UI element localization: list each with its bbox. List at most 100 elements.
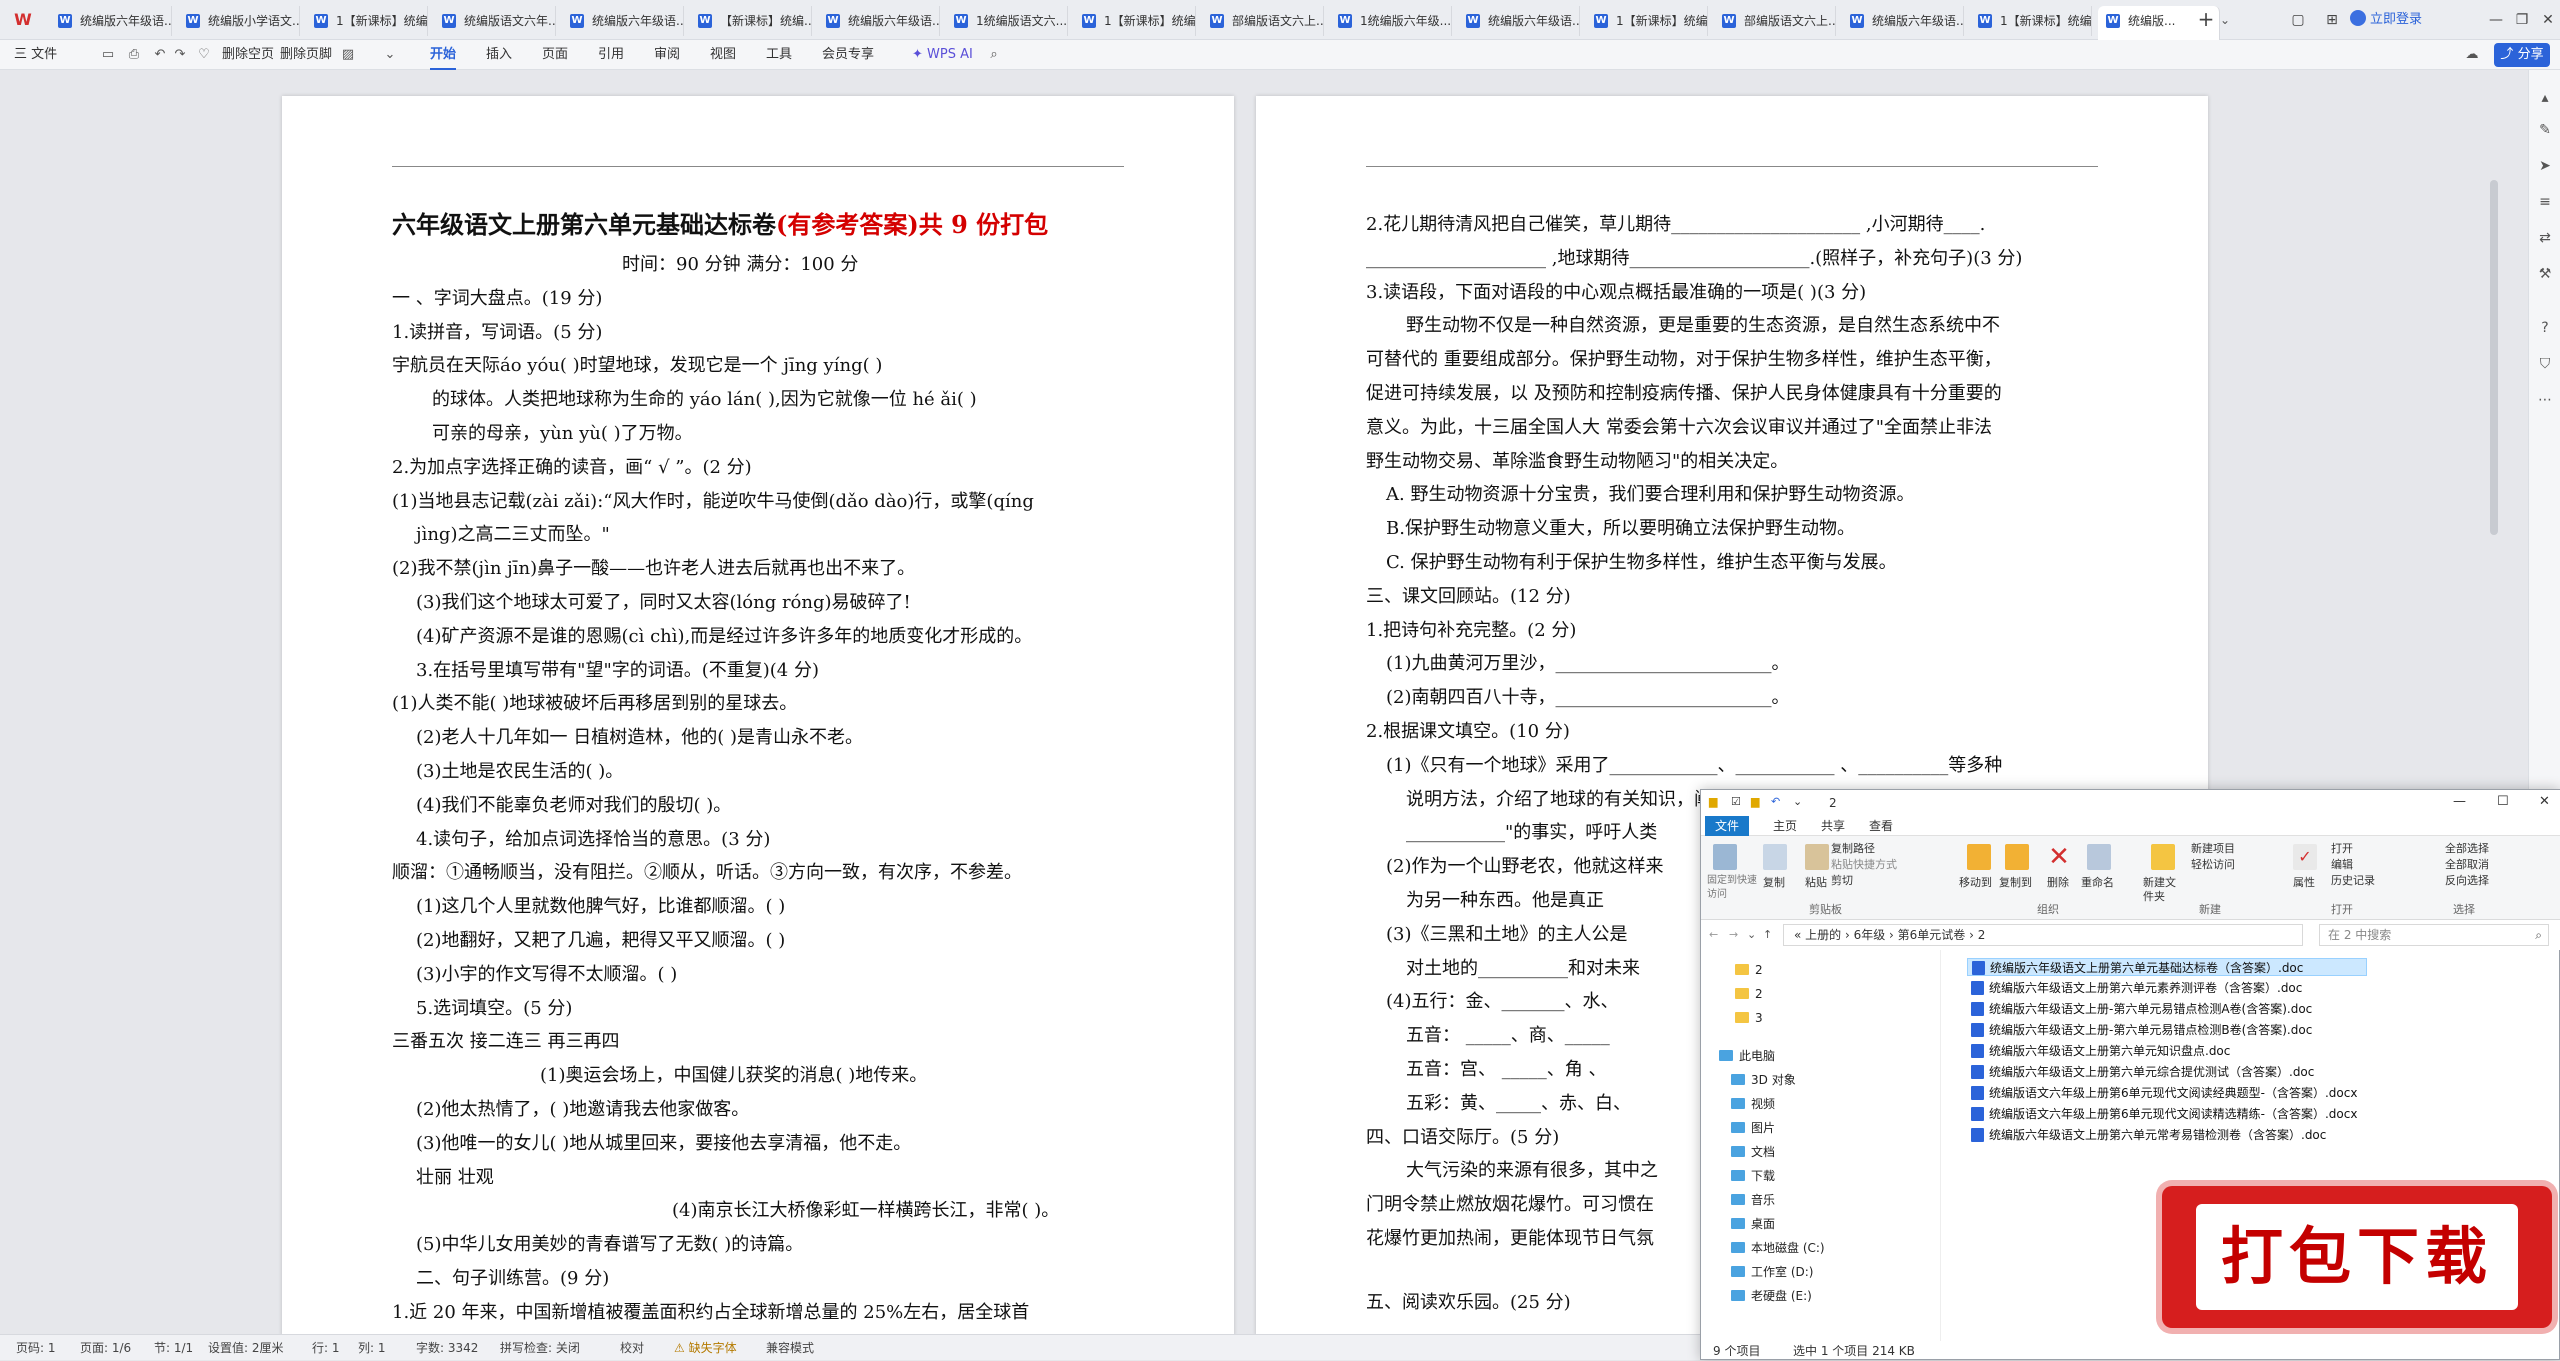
undo-icon[interactable]: ↶ <box>152 47 168 63</box>
paste-button[interactable]: 粘贴 <box>1805 876 1827 890</box>
invert-selection-button[interactable]: 反向选择 <box>2445 874 2489 888</box>
new-folder-icon[interactable]: ▆ <box>1751 795 1759 809</box>
search-input[interactable]: 在 2 中搜索⌕ <box>2319 924 2549 946</box>
nav-item[interactable]: 3 <box>1735 1010 1763 1026</box>
nav-item[interactable]: 3D 对象 <box>1731 1072 1796 1088</box>
file-item[interactable]: 统编版语文六年级上册第6单元现代文阅读精选精练-（含答案）.docx <box>1967 1105 2367 1123</box>
tab-share[interactable]: 共享 <box>1813 816 1853 836</box>
wps-ai-button[interactable]: ✦ WPS AI <box>912 40 973 70</box>
nav-item[interactable]: 2 <box>1735 962 1763 978</box>
download-banner[interactable]: 打包下载 <box>2162 1186 2552 1328</box>
rename-icon[interactable] <box>2087 844 2111 870</box>
tab-file[interactable]: 文件 <box>1705 816 1749 836</box>
minimize-button[interactable]: — <box>2484 6 2508 34</box>
document-tab[interactable]: W1【新课标】统编... <box>1074 6 1196 36</box>
move-to-button[interactable]: 移动到 <box>1959 876 1992 890</box>
tab-view[interactable]: 视图 <box>710 40 736 70</box>
nav-item[interactable]: 工作室 (D:) <box>1731 1264 1813 1280</box>
paste-icon[interactable] <box>1805 844 1829 870</box>
sliders-icon[interactable]: ≡ <box>2537 194 2553 210</box>
tab-home[interactable]: 主页 <box>1765 816 1805 836</box>
tab-review[interactable]: 审阅 <box>654 40 680 70</box>
open-button[interactable]: 打开 <box>2331 842 2353 856</box>
document-tab[interactable]: W1【新课标】统编... <box>306 6 428 36</box>
file-menu[interactable]: 三 文件 <box>14 40 57 70</box>
tab-view[interactable]: 查看 <box>1861 816 1901 836</box>
copy-path-button[interactable]: 复制路径 <box>1831 842 1875 856</box>
cut-button[interactable]: 剪切 <box>1831 874 1853 888</box>
document-tab[interactable]: W统编版六年级语... <box>50 6 172 36</box>
file-item[interactable]: 统编版六年级语文上册第六单元知识盘点.doc <box>1967 1042 2367 1060</box>
status-proofread[interactable]: 校对 <box>620 1335 644 1361</box>
new-tab-button[interactable]: + <box>2194 8 2218 32</box>
translate-icon[interactable]: ⇄ <box>2537 230 2553 246</box>
file-item[interactable]: 统编版六年级语文上册第六单元综合提优测试（含答案）.doc <box>1967 1063 2367 1081</box>
arrow-up-icon[interactable]: ▴ <box>2537 90 2553 106</box>
forward-icon[interactable]: → <box>1729 928 1738 942</box>
picture-icon[interactable]: ▨ <box>340 47 356 63</box>
properties-button[interactable]: 属性 <box>2293 876 2315 890</box>
recent-chevron-icon[interactable]: ⌄ <box>1747 928 1756 942</box>
restore-button[interactable]: ❐ <box>2510 6 2534 34</box>
file-item[interactable]: 统编版六年级语文上册第六单元常考易错检测卷（含答案）.doc <box>1967 1126 2367 1144</box>
minimize-button[interactable]: — <box>2453 795 2466 809</box>
redo-icon[interactable]: ↷ <box>172 47 188 63</box>
document-tab[interactable]: W统编版六年级语... <box>1842 6 1964 36</box>
document-tab[interactable]: W1统编版六年级... <box>1330 6 1452 36</box>
rename-button[interactable]: 重命名 <box>2081 876 2114 890</box>
nav-item[interactable]: 图片 <box>1731 1120 1775 1136</box>
file-item[interactable]: 统编版六年级语文上册第六单元素养测评卷（含答案）.doc <box>1967 979 2367 997</box>
nav-item[interactable]: 下载 <box>1731 1168 1775 1184</box>
help-icon[interactable]: ? <box>2537 320 2553 336</box>
tab-references[interactable]: 引用 <box>598 40 624 70</box>
delete-button[interactable]: 删除 <box>2047 876 2069 890</box>
document-tab[interactable]: W统编版六年级语... <box>1458 6 1580 36</box>
tab-tools[interactable]: 工具 <box>766 40 792 70</box>
pin-quick-access-button[interactable]: 固定到快速访问 <box>1707 874 1757 902</box>
move-to-icon[interactable] <box>1967 844 1991 870</box>
delete-icon[interactable]: ✕ <box>2047 844 2071 870</box>
copy-button[interactable]: 复制 <box>1763 876 1785 890</box>
wps-logo-icon[interactable]: W <box>10 8 36 32</box>
document-tab[interactable]: W1统编版语文六... <box>946 6 1068 36</box>
document-tab[interactable]: W统编版语文六年... <box>434 6 556 36</box>
nav-item[interactable]: 2 <box>1735 986 1763 1002</box>
file-item[interactable]: 统编版六年级语文上册-第六单元易错点检测A卷(含答案).doc <box>1967 1000 2367 1018</box>
pin-icon[interactable] <box>1713 844 1737 870</box>
status-word-count[interactable]: 字数: 3342 <box>416 1335 478 1361</box>
tab-member[interactable]: 会员专享 <box>822 40 874 70</box>
nav-item[interactable]: 本地磁盘 (C:) <box>1731 1240 1825 1256</box>
document-tab[interactable]: W部编版语文六上... <box>1714 6 1836 36</box>
copy-icon[interactable] <box>1763 844 1787 870</box>
menu-grid-icon[interactable]: ⊞ <box>2318 6 2346 34</box>
nav-item[interactable]: 桌面 <box>1731 1216 1775 1232</box>
document-tab[interactable]: W部编版语文六上... <box>1202 6 1324 36</box>
document-tab[interactable]: W1【新课标】统编... <box>1586 6 1708 36</box>
status-spell-check[interactable]: 拼写检查: 关闭 <box>500 1335 580 1361</box>
status-missing-fonts[interactable]: ⚠ 缺失字体 <box>674 1335 737 1361</box>
nav-item[interactable]: 音乐 <box>1731 1192 1775 1208</box>
copy-to-button[interactable]: 复制到 <box>1999 876 2032 890</box>
more-icon[interactable]: ⋯ <box>2537 392 2553 408</box>
copy-to-icon[interactable] <box>2005 844 2029 870</box>
nav-item[interactable]: 文档 <box>1731 1144 1775 1160</box>
address-bar[interactable]: « 上册的 › 6年级 › 第6单元试卷 › 2 <box>1783 924 2303 946</box>
file-item[interactable]: 统编版语文六年级上册第6单元现代文阅读经典题型-（含答案）.docx <box>1967 1084 2367 1102</box>
properties-icon[interactable]: ☑ <box>1731 795 1741 809</box>
document-tab[interactable]: W【新课标】统编... <box>690 6 812 36</box>
back-icon[interactable]: ← <box>1709 928 1718 942</box>
tab-insert[interactable]: 插入 <box>486 40 512 70</box>
share-button[interactable]: ⤴ 分享 <box>2494 43 2550 67</box>
login-link[interactable]: 立即登录 <box>2350 8 2422 32</box>
qat-chevron-icon[interactable]: ⌄ <box>1793 795 1802 809</box>
document-tab[interactable]: W统编版小学语文... <box>178 6 300 36</box>
paste-shortcut-button[interactable]: 粘贴快捷方式 <box>1831 858 1897 872</box>
history-button[interactable]: 历史记录 <box>2331 874 2375 888</box>
file-item[interactable]: 统编版六年级语文上册第六单元基础达标卷（含答案）.doc <box>1967 958 2367 976</box>
save-icon[interactable]: ▭ <box>100 47 116 63</box>
properties-icon[interactable]: ✓ <box>2293 844 2317 870</box>
new-folder-icon[interactable] <box>2151 844 2175 870</box>
delete-footer-button[interactable]: 删除页脚 <box>280 40 332 70</box>
tools-icon[interactable]: ⚒ <box>2537 266 2553 282</box>
close-button[interactable]: ✕ <box>2539 795 2550 809</box>
